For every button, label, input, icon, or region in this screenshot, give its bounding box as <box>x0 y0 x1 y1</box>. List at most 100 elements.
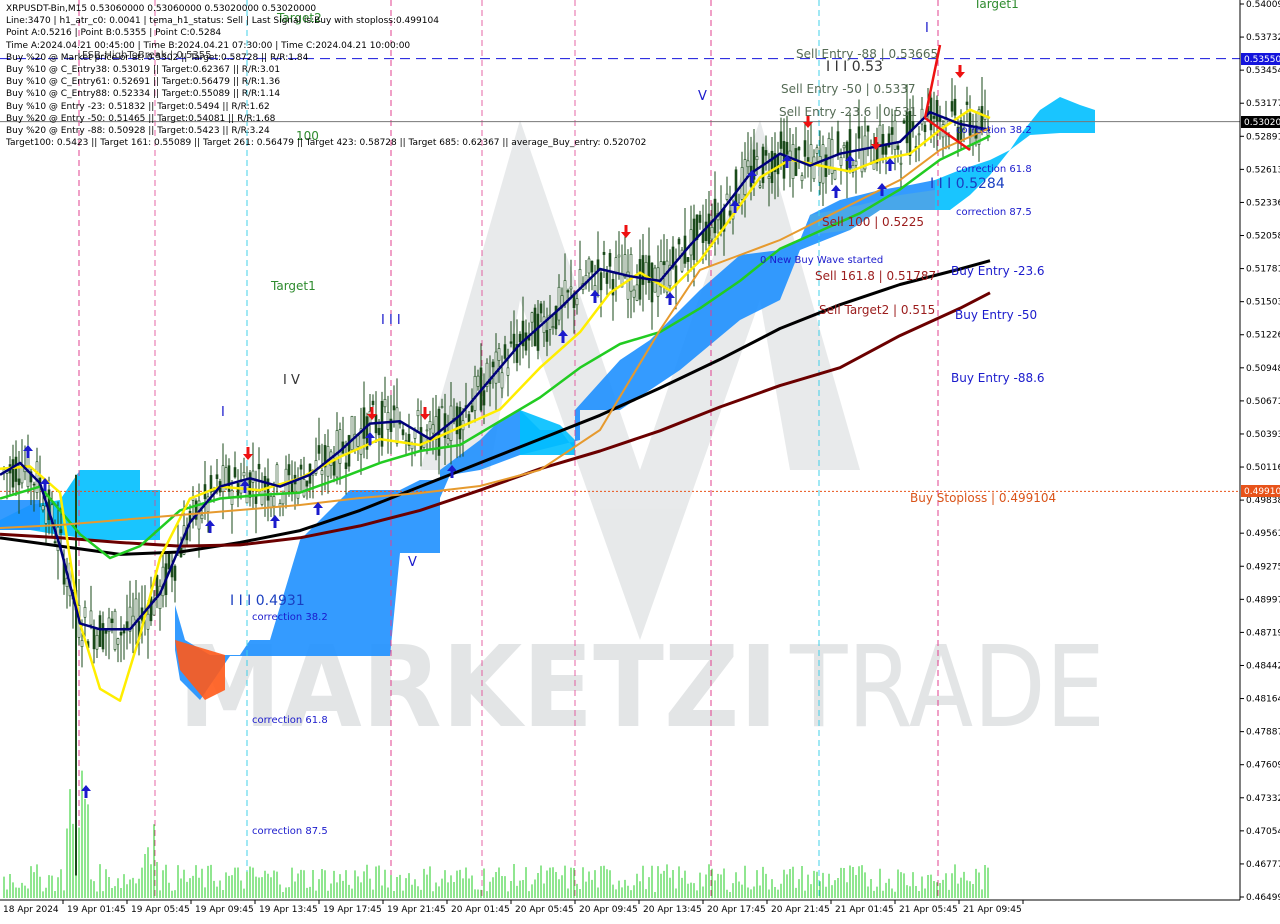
candle-body <box>569 286 573 290</box>
y-tick-label: 0.53454 <box>1246 66 1280 76</box>
candle-body <box>32 483 36 486</box>
candle-body <box>866 125 870 132</box>
info-line: XRPUSDT-Bin,M15 0.53060000 0.53060000 0.… <box>6 4 317 14</box>
candle-body <box>662 261 666 266</box>
candle-body <box>254 495 258 504</box>
candle-body <box>44 505 48 524</box>
candle-body <box>641 255 645 285</box>
candle-body <box>155 575 159 597</box>
x-tick-label: 19 Apr 05:45 <box>131 905 190 915</box>
candle-body <box>482 390 486 406</box>
target1-left-label: Target1 <box>270 279 316 293</box>
candle-body <box>686 257 690 262</box>
y-tick-label: 0.50116 <box>1246 463 1280 473</box>
correction-38-left-label: correction 38.2 <box>252 612 328 623</box>
candle-body <box>734 169 738 203</box>
candle-body <box>770 150 774 184</box>
candle-body <box>494 351 498 384</box>
candle-body <box>377 427 381 436</box>
y-tick-label: 0.50671 <box>1246 397 1280 407</box>
y-tick-label: 0.47887 <box>1246 728 1280 738</box>
candle-body <box>878 124 882 161</box>
candle-body <box>248 472 252 498</box>
x-tick-label: 20 Apr 13:45 <box>643 905 702 915</box>
candle-body <box>425 429 429 432</box>
y-tick-label: 0.46777 <box>1246 860 1280 870</box>
candle-body <box>650 262 654 303</box>
buy-stoploss-label: Buy Stoploss | 0.499104 <box>910 491 1056 505</box>
candle-body <box>776 155 780 175</box>
candle-body <box>725 193 729 200</box>
candle-body <box>575 298 579 306</box>
info-line: Time A:2024.04.21 00:45:00 | Time B:2024… <box>6 40 411 51</box>
price-tag-stoploss-text: 0.49910 <box>1244 487 1280 497</box>
info-line: Line:3470 | h1_atr_c0: 0.0041 | tema_h1_… <box>6 16 439 27</box>
wave-v-left-label: V <box>408 555 417 570</box>
correction-38-right-label: correction 38.2 <box>956 125 1032 136</box>
candle-body <box>524 332 528 351</box>
candle-body <box>350 416 354 451</box>
candle-body <box>20 467 24 484</box>
candle-body <box>92 627 96 650</box>
candle-body <box>779 131 783 149</box>
candle-body <box>845 141 849 173</box>
sell-161-label: Sell 161.8 | 0.51787 <box>815 269 936 283</box>
x-tick-label: 19 Apr 17:45 <box>323 905 382 915</box>
candle-body <box>803 140 807 157</box>
candle-body <box>440 406 444 408</box>
y-tick-label: 0.48442 <box>1246 661 1280 671</box>
candle-body <box>491 361 495 368</box>
candle-body <box>842 144 846 149</box>
candle-body <box>302 479 306 497</box>
y-tick-label: 0.52336 <box>1246 198 1280 208</box>
correction-61-right-label: correction 61.8 <box>956 164 1032 175</box>
new-wave-label: 0 New Buy Wave started <box>760 255 883 266</box>
candle-body <box>14 456 18 482</box>
candle-body <box>563 280 567 305</box>
candle-body <box>590 260 594 273</box>
candle-body <box>401 429 405 436</box>
candle-body <box>587 258 591 274</box>
y-tick-label: 0.48997 <box>1246 595 1280 605</box>
candle-body <box>41 505 45 511</box>
candle-body <box>272 496 276 507</box>
y-tick-label: 0.49838 <box>1246 496 1280 506</box>
candle-body <box>785 141 789 155</box>
candle-body <box>935 100 939 122</box>
candle-body <box>344 462 348 469</box>
price-tag-current: 0.53020 <box>1241 116 1280 128</box>
candle-body <box>836 131 840 154</box>
target1-right-label: Target1 <box>973 0 1019 11</box>
candle-body <box>101 623 105 650</box>
candle-body <box>317 445 321 454</box>
candle-body <box>899 162 903 165</box>
candle-body <box>557 286 561 321</box>
point-b-label: I I I 0.53 <box>826 59 883 75</box>
candle-body <box>767 175 771 179</box>
x-tick-label: 20 Apr 05:45 <box>515 905 574 915</box>
candle-body <box>608 253 612 267</box>
y-tick-label: 0.49561 <box>1246 529 1280 539</box>
candle-body <box>530 312 534 323</box>
candle-body <box>242 472 246 477</box>
candle-body <box>509 341 513 344</box>
candle-body <box>821 144 825 184</box>
candle-body <box>710 226 714 240</box>
sell-100-label: Sell 100 | 0.5225 <box>822 215 924 229</box>
candle-body <box>545 330 549 342</box>
candle-body <box>797 146 801 151</box>
y-tick-label: 0.52891 <box>1246 132 1280 142</box>
candle-body <box>809 144 813 163</box>
candle-body <box>743 159 747 195</box>
info-line: Buy %20 @ Entry -50: 0.51465 || Target:0… <box>6 113 276 124</box>
candle-body <box>161 566 165 597</box>
y-tick-label: 0.53177 <box>1246 99 1280 109</box>
candle-body <box>512 333 516 352</box>
candle-body <box>833 169 837 180</box>
candle-body <box>923 124 927 133</box>
watermark-brand-light: TRADE <box>789 623 1105 753</box>
price-tag-stoploss: 0.49910 <box>1241 485 1280 497</box>
candle-body <box>146 613 150 630</box>
candle-body <box>251 470 255 483</box>
x-tick-label: 19 Apr 09:45 <box>195 905 254 915</box>
